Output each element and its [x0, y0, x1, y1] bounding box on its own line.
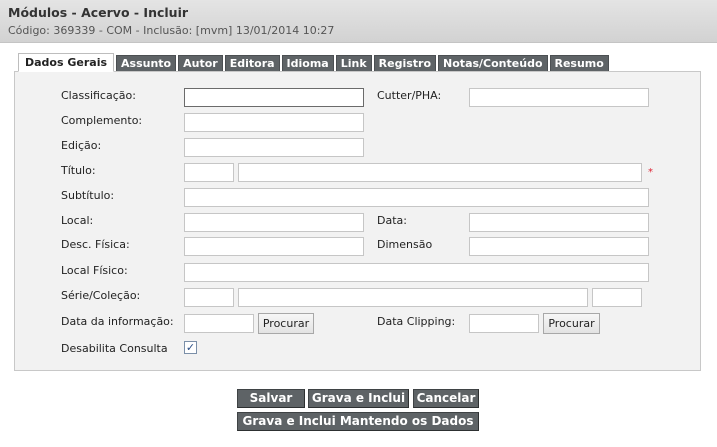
salvar-button[interactable]: Salvar: [237, 389, 305, 408]
desc-fisica-label: Desc. Física:: [61, 238, 130, 251]
titulo-label: Título:: [61, 164, 96, 177]
desc-fisica-input[interactable]: [184, 237, 364, 256]
tab-notas-conteudo[interactable]: Notas/Conteúdo: [438, 55, 548, 71]
tab-link[interactable]: Link: [335, 55, 372, 71]
data-informacao-label: Data da informação:: [61, 315, 174, 328]
serie-input[interactable]: [238, 288, 588, 307]
local-label: Local:: [61, 214, 94, 227]
dimensao-input[interactable]: [469, 237, 649, 256]
tab-dados-gerais[interactable]: Dados Gerais: [18, 53, 115, 72]
tab-bar: Dados Gerais Assunto Autor Editora Idiom…: [18, 53, 611, 72]
cancelar-button[interactable]: Cancelar: [413, 389, 479, 408]
local-fisico-input[interactable]: [184, 263, 649, 282]
tab-registro[interactable]: Registro: [373, 55, 437, 71]
data-clipping-label: Data Clipping:: [377, 315, 456, 328]
grava-inclui-mantendo-button[interactable]: Grava e Inclui Mantendo os Dados: [237, 412, 479, 431]
tab-assunto[interactable]: Assunto: [116, 55, 177, 71]
edicao-label: Edição:: [61, 139, 102, 152]
classificacao-label: Classificação:: [61, 89, 136, 102]
desabilita-consulta-label: Desabilita Consulta: [61, 342, 168, 355]
procurar-data-informacao-button[interactable]: Procurar: [258, 313, 314, 334]
procurar-data-clipping-button[interactable]: Procurar: [543, 313, 600, 334]
serie-prefix-input[interactable]: [184, 288, 234, 307]
grava-e-inclui-button[interactable]: Grava e Inclui: [308, 389, 409, 408]
cutter-label: Cutter/PHA:: [377, 89, 442, 102]
data-informacao-input[interactable]: [184, 314, 254, 333]
local-fisico-label: Local Físico:: [61, 264, 128, 277]
subtitulo-input[interactable]: [184, 188, 649, 207]
tab-editora[interactable]: Editora: [224, 55, 280, 71]
page-header: Módulos - Acervo - Incluir Código: 36933…: [0, 0, 717, 43]
subtitulo-label: Subtítulo:: [61, 189, 115, 202]
record-info: Código: 369339 - COM - Inclusão: [mvm] 1…: [8, 24, 335, 37]
complemento-input[interactable]: [184, 113, 364, 132]
data-clipping-input[interactable]: [469, 314, 539, 333]
dimensao-label: Dimensão: [377, 238, 433, 251]
titulo-prefix-input[interactable]: [184, 163, 234, 182]
desabilita-consulta-checkbox[interactable]: ✓: [184, 341, 197, 354]
tab-resumo[interactable]: Resumo: [549, 55, 609, 71]
data-label: Data:: [377, 214, 407, 227]
serie-label: Série/Coleção:: [61, 289, 141, 302]
titulo-input[interactable]: [238, 163, 642, 182]
local-input[interactable]: [184, 213, 364, 232]
tab-autor[interactable]: Autor: [178, 55, 223, 71]
tab-idioma[interactable]: Idioma: [281, 55, 334, 71]
edicao-input[interactable]: [184, 138, 364, 157]
cutter-input[interactable]: [469, 88, 649, 107]
data-input[interactable]: [469, 213, 649, 232]
serie-number-input[interactable]: [592, 288, 642, 307]
complemento-label: Complemento:: [61, 114, 143, 127]
page-title: Módulos - Acervo - Incluir: [8, 5, 189, 20]
classificacao-input[interactable]: [184, 88, 364, 107]
required-marker: *: [648, 167, 653, 178]
